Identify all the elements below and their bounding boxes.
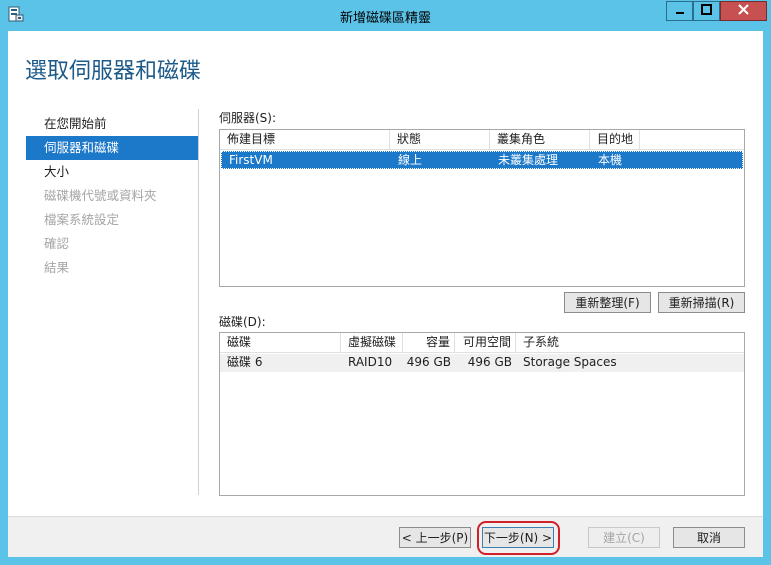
nav-divider [198,109,199,495]
nav-step-results: 結果 [26,256,198,280]
close-icon [738,4,749,18]
column-header-disk[interactable]: 磁碟 [220,333,341,353]
nav-step-size[interactable]: 大小 [26,160,198,184]
previous-button[interactable]: < 上一步(P) [399,527,471,548]
servers-label: 伺服器(S): [219,111,277,125]
nav-step-label: 確認 [44,236,70,251]
server-target-cell: FirstVM [229,153,273,167]
column-header-filler [640,130,744,150]
nav-step-confirmation: 確認 [26,232,198,256]
create-button: 建立(C) [588,527,660,548]
disks-list[interactable]: 磁碟 虛擬磁碟 容量 可用空間 子系統 磁碟 6 RAID10 496 GB 4… [219,332,745,496]
window-title: 新增磁碟區精靈 [339,11,431,26]
column-header-virtual-disk[interactable]: 虛擬磁碟 [341,333,403,353]
column-header-capacity[interactable]: 容量 [403,333,455,353]
nav-step-label: 磁碟機代號或資料夾 [44,188,157,203]
nav-step-server-and-disk[interactable]: 伺服器和磁碟 [26,136,198,160]
maximize-icon [701,4,712,18]
close-button[interactable] [720,1,767,21]
server-row[interactable]: FirstVM 線上 未叢集處理 本機 [221,151,743,169]
page-title: 選取伺服器和磁碟 [25,59,202,84]
title-bar[interactable]: 新增磁碟區精靈 [0,0,771,31]
server-destination-cell: 本機 [598,153,623,167]
refresh-button[interactable]: 重新整理(F) [564,292,651,313]
maximize-button[interactable] [693,1,720,21]
nav-step-label: 結果 [44,260,70,275]
disk-virtual-disk-cell: RAID10 [348,355,393,369]
servers-list-header: 佈建目標 狀態 叢集角色 目的地 [220,130,744,150]
column-header-target[interactable]: 佈建目標 [220,130,390,150]
rescan-button[interactable]: 重新掃描(R) [658,292,745,313]
column-header-cluster-role[interactable]: 叢集角色 [490,130,590,150]
nav-step-label: 伺服器和磁碟 [44,140,120,155]
disk-capacity-cell: 496 GB [406,355,451,369]
disk-free-space-cell: 496 GB [467,355,512,369]
next-button-annotation-circle [477,521,560,555]
nav-step-file-system: 檔案系統設定 [26,208,198,232]
wizard-window: 新增磁碟區精靈 選取伺服器和磁碟 在您開始前 伺服器和磁碟 大小 磁碟機代號或資… [0,0,771,565]
nav-step-label: 檔案系統設定 [44,212,120,227]
server-status-cell: 線上 [398,153,423,167]
disks-list-header: 磁碟 虛擬磁碟 容量 可用空間 子系統 [220,333,744,353]
nav-step-label: 大小 [44,164,70,179]
nav-step-before-you-begin[interactable]: 在您開始前 [26,112,198,136]
nav-step-drive-letter: 磁碟機代號或資料夾 [26,184,198,208]
wizard-steps-nav: 在您開始前 伺服器和磁碟 大小 磁碟機代號或資料夾 檔案系統設定 確認 結果 [26,112,198,280]
column-header-status[interactable]: 狀態 [390,130,490,150]
disk-name-cell: 磁碟 6 [227,355,263,369]
column-header-free-space[interactable]: 可用空間 [455,333,516,353]
column-header-subsystem[interactable]: 子系統 [516,333,744,353]
disk-subsystem-cell: Storage Spaces [523,355,617,369]
minimize-icon [675,4,685,18]
cancel-button[interactable]: 取消 [673,527,745,548]
disk-row[interactable]: 磁碟 6 RAID10 496 GB 496 GB Storage Spaces [220,354,744,372]
servers-list[interactable]: 佈建目標 狀態 叢集角色 目的地 FirstVM 線上 未叢集處理 本機 [219,129,745,287]
wizard-content: 選取伺服器和磁碟 在您開始前 伺服器和磁碟 大小 磁碟機代號或資料夾 檔案系統設… [8,31,763,557]
column-header-destination[interactable]: 目的地 [590,130,640,150]
disks-label: 磁碟(D): [219,315,266,329]
minimize-button[interactable] [666,1,693,21]
nav-step-label: 在您開始前 [44,116,107,131]
server-cluster-role-cell: 未叢集處理 [498,153,559,167]
